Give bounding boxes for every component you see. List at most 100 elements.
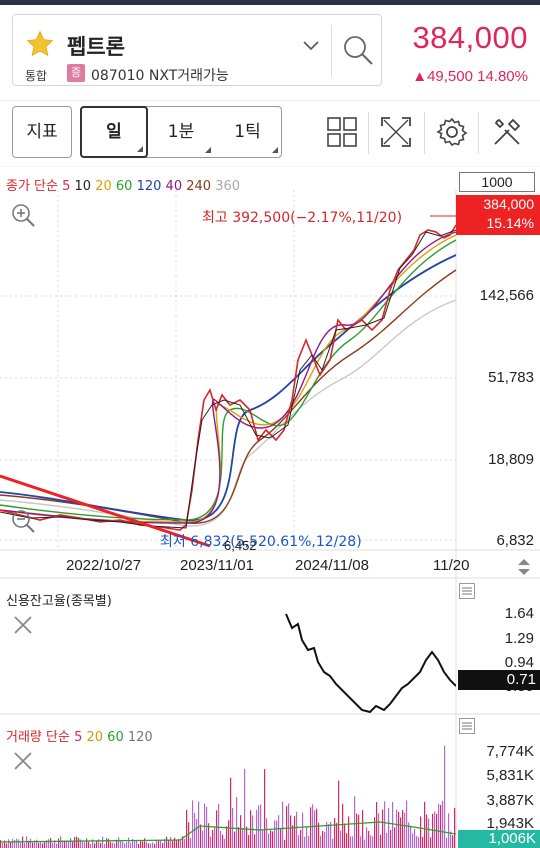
ma-legend[interactable]: 종가 단순 5 10 20 60 120 40 240 360: [6, 175, 240, 194]
tools-icon[interactable]: [491, 116, 523, 148]
volume-bar: [90, 843, 92, 848]
volume-bar: [158, 839, 160, 848]
candle-count-box[interactable]: 1000: [459, 172, 535, 192]
volume-bar: [218, 803, 220, 848]
gear-icon[interactable]: [436, 116, 468, 148]
volume-bar: [322, 831, 324, 848]
volume-bar: [244, 768, 246, 848]
margin-badge: 증: [67, 64, 85, 82]
volume-chart[interactable]: [0, 714, 456, 848]
volume-bar: [94, 843, 96, 848]
volume-bar: [352, 836, 354, 848]
volume-bar: [272, 831, 274, 848]
favorite-star-icon[interactable]: [25, 29, 55, 59]
legend-period: 240: [182, 179, 212, 194]
volume-y-axis-label: 3,887K: [486, 792, 534, 809]
period-tick-tab[interactable]: 1틱: [214, 107, 281, 157]
volume-bar: [76, 836, 78, 848]
volume-bar: [110, 842, 112, 848]
volume-bar: [20, 842, 22, 848]
volume-bar: [416, 835, 418, 848]
volume-bar: [56, 843, 58, 848]
volume-bar: [144, 838, 146, 848]
volume-bar: [260, 804, 262, 848]
volume-bar: [440, 805, 442, 848]
volume-bar: [278, 815, 280, 848]
volume-bar: [130, 842, 132, 848]
stock-selector[interactable]: 펩트론 통합 증 087010 NXT거래가능: [12, 14, 382, 86]
stock-code: 087010 NXT거래가능: [91, 68, 229, 84]
volume-bar: [124, 843, 126, 848]
credit-ratio-chart[interactable]: [0, 578, 456, 714]
volume-bar: [74, 837, 76, 848]
search-icon[interactable]: [341, 33, 375, 67]
zoom-out-icon[interactable]: [10, 508, 36, 534]
period-selector: 일 1분 1틱: [80, 106, 282, 158]
volume-bar: [72, 841, 74, 848]
volume-bar: [176, 839, 178, 848]
volume-bar: [190, 837, 192, 848]
volume-bar: [394, 827, 396, 848]
volume-bar: [230, 777, 232, 848]
volume-bar: [404, 812, 406, 848]
volume-bar: [134, 840, 136, 848]
volume-bar: [58, 838, 60, 848]
volume-bar: [224, 838, 226, 848]
volume-bar: [442, 800, 444, 848]
volume-bar: [152, 842, 154, 848]
volume-bar: [252, 815, 254, 848]
volume-bar: [280, 827, 282, 848]
volume-bar: [360, 836, 362, 848]
volume-bar: [316, 808, 318, 848]
volume-bar: [206, 806, 208, 848]
volume-bar: [6, 843, 8, 848]
volume-bar: [300, 829, 302, 848]
volume-bar: [288, 803, 290, 848]
volume-bar: [52, 842, 54, 848]
volume-bar: [36, 839, 38, 848]
layout-grid-icon[interactable]: [326, 116, 358, 148]
volume-bar: [412, 833, 414, 848]
fullscreen-icon[interactable]: [380, 116, 412, 148]
volume-bar: [84, 842, 86, 848]
volume-bar: [284, 839, 286, 848]
volume-bar: [136, 840, 138, 848]
current-price: 384,000: [412, 20, 528, 55]
menu-icon[interactable]: [459, 718, 475, 734]
credit-current-tag: 0.71: [458, 670, 540, 690]
volume-bar: [358, 814, 360, 848]
volume-bar: [406, 800, 408, 848]
volume-bar: [344, 823, 346, 848]
indicator-button[interactable]: 지표: [12, 106, 72, 158]
volume-bar: [398, 811, 400, 848]
volume-bar: [386, 832, 388, 848]
volume-bar: [166, 836, 168, 848]
zoom-in-icon[interactable]: [10, 202, 36, 228]
volume-current-tag: 1,006K: [458, 830, 540, 848]
chart-gridlines: [0, 190, 456, 548]
volume-bar: [78, 838, 80, 848]
chevron-down-icon[interactable]: [301, 39, 321, 53]
volume-bar: [112, 842, 114, 848]
volume-bar: [256, 809, 258, 848]
credit-y-axis-label: 1.29: [504, 630, 534, 647]
volume-bar: [198, 801, 200, 848]
volume-bar: [32, 842, 34, 848]
volume-bar: [438, 803, 440, 848]
volume-bar: [414, 828, 416, 848]
volume-bar: [420, 816, 422, 848]
period-minute-tab[interactable]: 1분: [148, 107, 214, 157]
volume-bar: [18, 839, 20, 848]
period-day-tab[interactable]: 일: [80, 106, 148, 158]
volume-bar: [454, 807, 456, 848]
volume-bar: [354, 796, 356, 848]
volume-bar: [286, 806, 288, 848]
scroll-updown-icon[interactable]: [514, 556, 534, 578]
volume-bar: [452, 835, 454, 848]
divider: [368, 112, 369, 154]
y-axis-label: 18,809: [488, 451, 534, 468]
volume-bar: [114, 843, 116, 848]
volume-bar: [290, 815, 292, 848]
volume-bar: [186, 809, 188, 848]
menu-icon[interactable]: [459, 583, 475, 599]
